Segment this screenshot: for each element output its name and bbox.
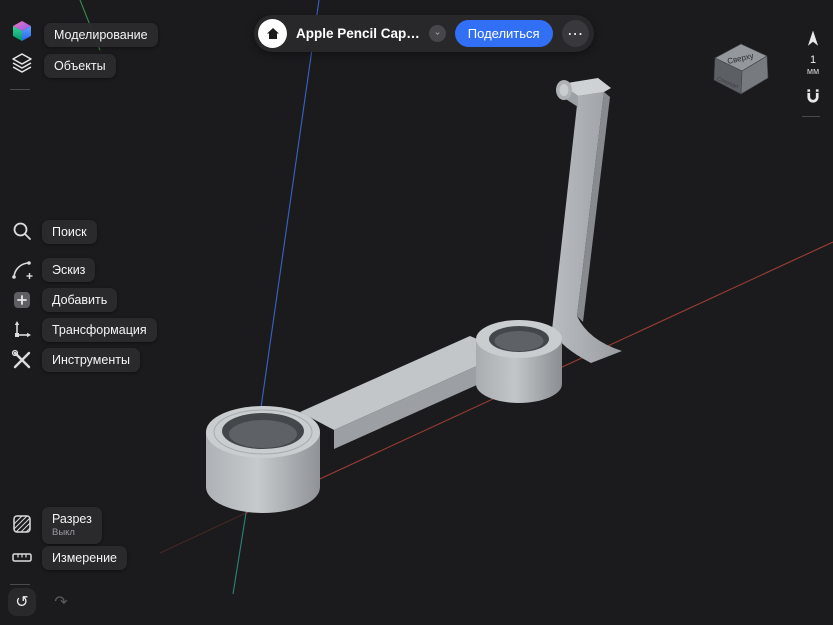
sketch-label[interactable]: Эскиз (42, 258, 95, 282)
ruler-icon (10, 545, 34, 569)
add-icon (10, 288, 34, 312)
more-options-button[interactable]: ⋯ (562, 20, 589, 47)
objects-panel-button[interactable] (8, 49, 36, 77)
home-icon (265, 26, 281, 42)
ellipsis-icon: ⋯ (567, 24, 583, 44)
unit-value: 1 (798, 55, 828, 66)
axis-x-extension (160, 513, 246, 553)
modeling-label[interactable]: Моделирование (44, 23, 158, 47)
view-cube[interactable]: Сверху Спереди (703, 36, 779, 100)
add-label[interactable]: Добавить (42, 288, 117, 312)
section-state: Выкл (52, 528, 92, 539)
transform-tool-button[interactable] (9, 317, 35, 343)
unit-name: мм (798, 66, 828, 76)
search-tool-button[interactable] (9, 218, 35, 244)
magnet-icon (802, 86, 824, 108)
model-arm[interactable] (552, 92, 622, 363)
section-label-text: Разрез (52, 512, 92, 526)
shapr3d-app: Моделирование Объекты Apple Pencil Cap… … (0, 0, 833, 625)
axis-z-extension (233, 513, 246, 594)
transform-label[interactable]: Трансформация (42, 318, 157, 342)
history-button[interactable]: ↺ (8, 588, 36, 616)
tools-label[interactable]: Инструменты (42, 348, 140, 372)
sketch-arc-icon (10, 258, 34, 282)
modeling-menu-button[interactable] (8, 17, 36, 45)
search-icon (10, 219, 34, 243)
top-left-divider (10, 89, 30, 90)
share-button[interactable]: Поделиться (455, 20, 553, 47)
measure-label[interactable]: Измерение (42, 546, 127, 570)
section-hatch-icon (10, 512, 34, 536)
home-button[interactable] (258, 19, 287, 48)
measure-tool-button[interactable] (9, 544, 35, 570)
redo-button[interactable]: ↷ (47, 588, 75, 616)
objects-label[interactable]: Объекты (44, 54, 116, 78)
section-label[interactable]: Разрез Выкл (42, 507, 102, 544)
cursor-up-icon (802, 28, 824, 50)
title-dropdown-button[interactable] (429, 25, 446, 42)
snapping-button[interactable] (800, 84, 826, 110)
add-tool-button[interactable] (9, 287, 35, 313)
unit-indicator[interactable]: 1 мм (798, 55, 828, 76)
model-body[interactable] (206, 78, 622, 513)
right-rail-divider (802, 116, 820, 117)
bottom-left-divider (10, 584, 30, 585)
layers-icon (9, 50, 35, 76)
search-label[interactable]: Поиск (42, 220, 97, 244)
orbit-mode-button[interactable] (800, 26, 826, 52)
document-toolbar: Apple Pencil Cap… Поделиться ⋯ (254, 15, 594, 52)
tools-icon (10, 348, 34, 372)
redo-icon: ↷ (54, 592, 67, 612)
model-right-cup-floor (495, 331, 544, 351)
document-title: Apple Pencil Cap… (296, 26, 420, 41)
shapr3d-logo-icon (9, 18, 35, 44)
model-hook-cap-face (560, 84, 569, 96)
transform-gizmo-icon (10, 318, 34, 342)
tools-tool-button[interactable] (9, 347, 35, 373)
chevron-down-icon (435, 30, 440, 37)
sketch-tool-button[interactable] (9, 257, 35, 283)
model-left-cup-floor (229, 420, 297, 448)
section-tool-button[interactable] (9, 511, 35, 537)
history-icon: ↺ (15, 592, 28, 612)
